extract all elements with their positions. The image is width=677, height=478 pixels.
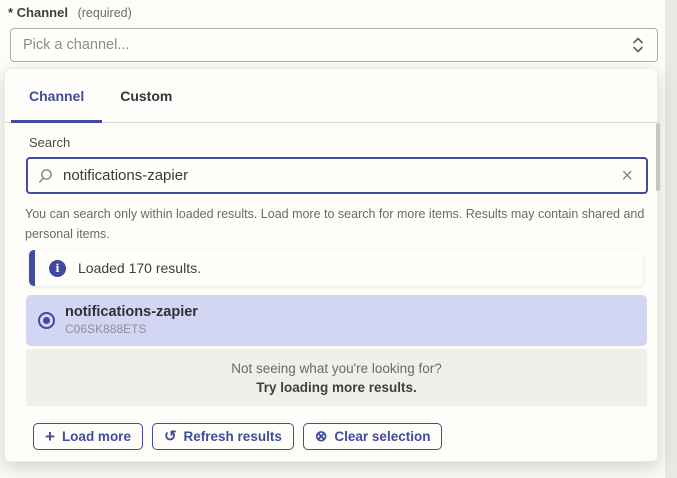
channel-picker-page: * Channel (required) Pick a channel... C… — [0, 0, 677, 478]
refresh-results-button[interactable]: ↺ Refresh results — [152, 423, 294, 450]
radio-selected-icon[interactable] — [38, 312, 55, 329]
search-helper-text: You can search only within loaded result… — [25, 204, 655, 244]
channel-select-placeholder: Pick a channel... — [23, 37, 631, 53]
chevron-up-down-icon — [631, 36, 645, 54]
channel-field-label: * Channel (required) — [8, 5, 132, 20]
load-more-button[interactable]: + Load more — [33, 423, 143, 450]
channel-result-row[interactable]: notifications-zapier C06SK888ETS — [26, 295, 647, 346]
clear-selection-button[interactable]: ⊗ Clear selection — [303, 423, 443, 450]
result-id: C06SK888ETS — [65, 322, 198, 337]
hint-question: Not seeing what you're looking for? — [231, 359, 441, 378]
page-scrollbar-track[interactable] — [665, 0, 677, 478]
search-box: × — [26, 157, 648, 194]
loaded-results-alert: i Loaded 170 results. — [29, 250, 643, 286]
dropdown-tabbar: Channel Custom — [5, 69, 657, 123]
tab-custom[interactable]: Custom — [102, 69, 190, 122]
tab-channel-label: Channel — [29, 88, 84, 104]
channel-select[interactable]: Pick a channel... — [10, 28, 658, 62]
result-title: notifications-zapier — [65, 304, 198, 321]
clear-search-icon[interactable]: × — [618, 166, 636, 186]
channel-dropdown-panel: Channel Custom Search × You can search o… — [4, 68, 658, 462]
required-note: (required) — [78, 6, 132, 20]
load-more-label: Load more — [62, 429, 131, 444]
info-icon: i — [49, 260, 66, 277]
clear-selection-label: Clear selection — [334, 429, 430, 444]
plus-icon: + — [45, 428, 55, 445]
loaded-results-text: Loaded 170 results. — [78, 260, 201, 276]
result-texts: notifications-zapier C06SK888ETS — [65, 304, 198, 337]
search-label: Search — [29, 135, 70, 150]
dropdown-scrollbar-thumb[interactable] — [656, 123, 660, 191]
search-icon — [38, 168, 54, 184]
load-more-hint: Not seeing what you're looking for? Try … — [26, 349, 647, 406]
search-input[interactable] — [63, 167, 618, 184]
channel-field-label-text: * Channel — [8, 5, 68, 20]
dropdown-footer: + Load more ↺ Refresh results ⊗ Clear se… — [33, 423, 442, 450]
hint-suggestion: Try loading more results. — [256, 378, 417, 397]
tab-custom-label: Custom — [120, 88, 172, 104]
refresh-icon: ↺ — [164, 429, 177, 444]
clear-circle-icon: ⊗ — [315, 429, 328, 444]
tab-channel[interactable]: Channel — [11, 69, 102, 122]
refresh-results-label: Refresh results — [184, 429, 282, 444]
